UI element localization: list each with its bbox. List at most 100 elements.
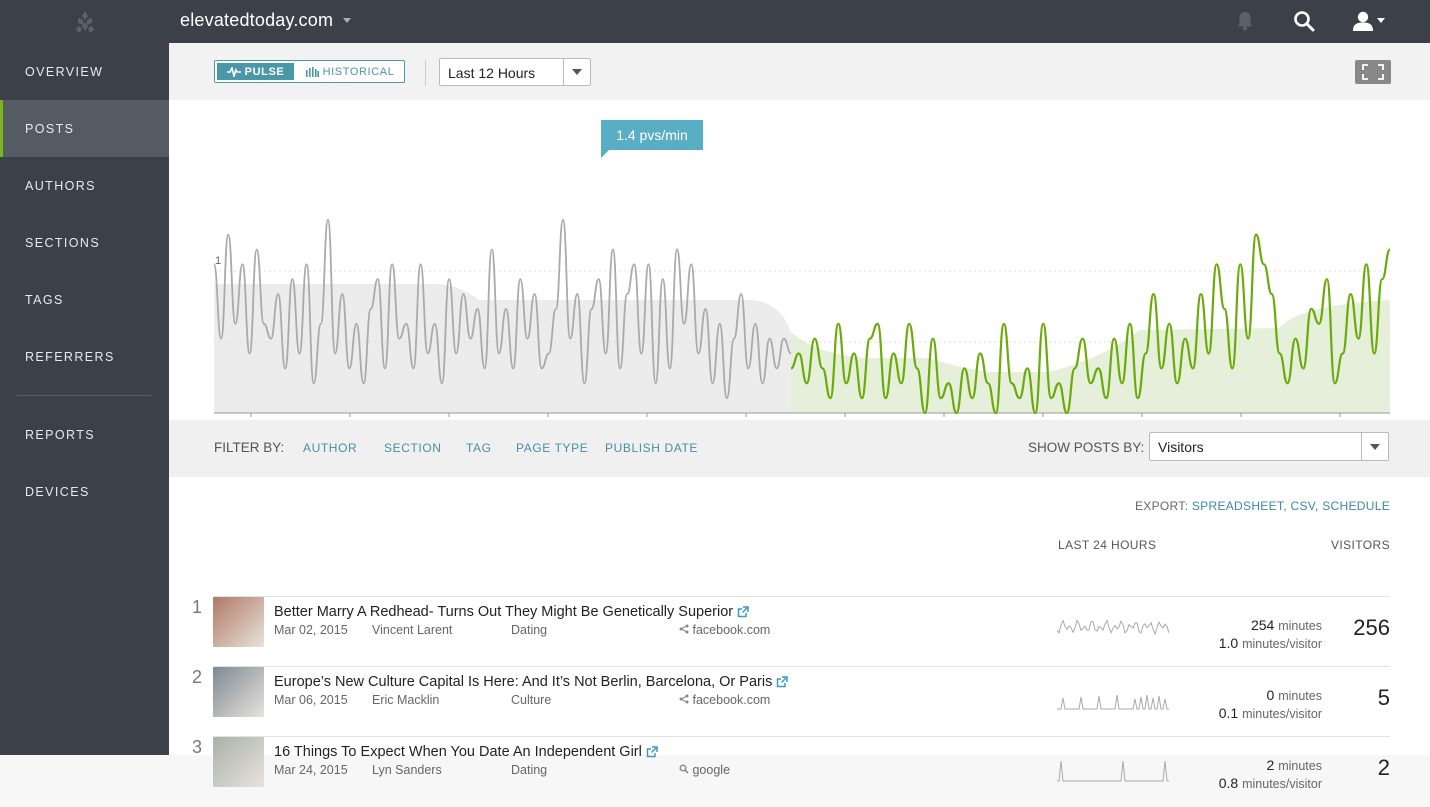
post-date: Mar 24, 2015 xyxy=(274,763,348,777)
logo-icon[interactable] xyxy=(0,0,169,43)
chart-y-label: 1 xyxy=(215,255,221,267)
show-posts-by-select[interactable]: Visitors xyxy=(1149,432,1389,461)
post-title: Europe’s New Culture Capital Is Here: An… xyxy=(274,674,773,690)
post-visitors: 2 xyxy=(1377,755,1390,780)
pulse-chart: 12pm4pm6pm8pm10pmMIDNIGHT2am4am6am8am10a… xyxy=(169,100,1430,463)
pulse-button[interactable]: PULSE xyxy=(215,61,296,82)
bar-chart-icon xyxy=(305,66,319,77)
bell-icon[interactable] xyxy=(1232,8,1258,34)
post-row: 2 Europe’s New Culture Capital Is Here: A… xyxy=(169,667,1430,737)
post-rank: 1 xyxy=(192,597,203,617)
filter-tag[interactable]: TAG xyxy=(466,441,492,455)
post-minutes: 2 minutes xyxy=(1169,757,1322,773)
post-sparkline xyxy=(1057,694,1169,710)
export-csv-link[interactable]: CSV xyxy=(1290,499,1314,513)
post-title-link[interactable]: 16 Things To Expect When You Date An Ind… xyxy=(274,744,658,760)
post-visitors: 256 xyxy=(1353,615,1390,640)
post-row: 3 16 Things To Expect When You Date An In… xyxy=(169,737,1430,807)
sidebar-item-overview[interactable]: OVERVIEW xyxy=(0,43,169,100)
filter-by-label: FILTER BY: xyxy=(214,440,285,455)
post-author[interactable]: Vincent Larent xyxy=(372,623,452,637)
post-row: 1 Better Marry A Redhead- Turns Out They … xyxy=(169,597,1430,667)
post-sparkline xyxy=(1057,760,1169,782)
col-last-24-hours: LAST 24 HOURS xyxy=(1058,538,1157,552)
export-spreadsheet-link[interactable]: SPREADSHEET xyxy=(1192,499,1283,513)
chevron-down-icon[interactable] xyxy=(343,18,351,23)
filter-section[interactable]: SECTION xyxy=(384,441,442,455)
show-posts-by-value: Visitors xyxy=(1158,439,1204,455)
post-referrer[interactable]: facebook.com xyxy=(679,623,770,637)
post-minutes-per-visitor: 1.0 minutes/visitor xyxy=(1169,635,1322,651)
post-date: Mar 06, 2015 xyxy=(274,693,348,707)
sidebar-divider xyxy=(17,395,151,396)
sidebar-item-tags[interactable]: TAGS xyxy=(0,271,169,328)
post-section[interactable]: Dating xyxy=(511,623,547,637)
search-icon[interactable] xyxy=(1291,8,1317,34)
post-minutes-value: 0 xyxy=(1266,687,1275,703)
post-title-link[interactable]: Europe’s New Culture Capital Is Here: An… xyxy=(274,674,789,690)
sidebar-item-authors[interactable]: AUTHORS xyxy=(0,157,169,214)
post-referrer-label: facebook.com xyxy=(692,693,771,707)
post-minutes-unit: minutes xyxy=(1278,619,1322,633)
sidebar: OVERVIEW POSTS AUTHORS SECTIONS TAGS REF… xyxy=(0,43,169,755)
col-visitors[interactable]: VISITORS xyxy=(1331,538,1390,552)
post-minutes-value: 254 xyxy=(1250,617,1275,633)
sparkline-path xyxy=(1057,619,1169,636)
chevron-down-icon[interactable] xyxy=(1361,433,1388,460)
post-minutes-value: 2 xyxy=(1266,757,1275,773)
share-icon xyxy=(679,693,689,707)
external-link-icon[interactable] xyxy=(646,746,658,758)
post-referrer-label: facebook.com xyxy=(692,623,771,637)
post-thumbnail[interactable] xyxy=(213,667,264,717)
post-minutes-unit: minutes xyxy=(1278,689,1322,703)
historical-button[interactable]: HISTORICAL xyxy=(296,61,404,82)
sidebar-item-posts[interactable]: POSTS xyxy=(0,100,169,157)
search-icon xyxy=(679,763,689,777)
show-posts-by-label: SHOW POSTS BY: xyxy=(1028,440,1145,455)
pulse-chart-svg: 12pm4pm6pm8pm10pmMIDNIGHT2am4am6am8am10a… xyxy=(213,218,1392,431)
post-date: Mar 02, 2015 xyxy=(274,623,348,637)
post-minutes: 0 minutes xyxy=(1169,687,1322,703)
export-schedule-link[interactable]: SCHEDULE xyxy=(1322,499,1390,513)
user-icon xyxy=(1353,11,1385,31)
export-links: EXPORT: SPREADSHEET, CSV, SCHEDULE xyxy=(1135,499,1390,513)
user-menu[interactable] xyxy=(1352,8,1388,34)
toolbar: PULSE HISTORICAL Last 12 Hours xyxy=(169,43,1430,100)
top-bar: elevatedtoday.com xyxy=(0,0,1430,43)
filter-author[interactable]: AUTHOR xyxy=(303,441,357,455)
sidebar-item-reports[interactable]: REPORTS xyxy=(0,406,169,463)
post-per-visitor-value: 1.0 xyxy=(1218,635,1239,651)
post-section[interactable]: Dating xyxy=(511,763,547,777)
time-range-select[interactable]: Last 12 Hours xyxy=(439,58,591,86)
filter-bar: FILTER BY: AUTHOR SECTION TAG PAGE TYPE … xyxy=(169,420,1430,477)
fullscreen-button[interactable] xyxy=(1355,60,1391,84)
external-link-icon[interactable] xyxy=(776,676,789,688)
chevron-down-icon[interactable] xyxy=(563,59,590,85)
post-section[interactable]: Culture xyxy=(511,693,551,707)
toolbar-divider xyxy=(425,60,426,86)
post-per-visitor-value: 0.1 xyxy=(1218,705,1239,721)
post-referrer[interactable]: google xyxy=(679,763,730,777)
filter-page-type[interactable]: PAGE TYPE xyxy=(516,441,588,455)
export-label: EXPORT: xyxy=(1135,499,1189,513)
filter-publish-date[interactable]: PUBLISH DATE xyxy=(605,441,698,455)
post-title-link[interactable]: Better Marry A Redhead- Turns Out They M… xyxy=(274,604,749,620)
post-per-visitor-unit: minutes/visitor xyxy=(1242,707,1322,721)
sidebar-item-sections[interactable]: SECTIONS xyxy=(0,214,169,271)
sparkline-path xyxy=(1057,760,1169,782)
site-name-dropdown[interactable]: elevatedtoday.com xyxy=(180,10,333,31)
main-content: PULSE HISTORICAL Last 12 Hours 12pm4pm6p… xyxy=(169,43,1430,791)
post-author[interactable]: Eric Macklin xyxy=(372,693,439,707)
mode-toggle: PULSE HISTORICAL xyxy=(214,60,405,83)
post-title: Better Marry A Redhead- Turns Out They M… xyxy=(274,604,734,620)
historical-label: HISTORICAL xyxy=(322,65,395,78)
sidebar-item-devices[interactable]: DEVICES xyxy=(0,463,169,520)
external-link-icon[interactable] xyxy=(737,606,749,618)
post-visitors: 5 xyxy=(1377,685,1390,710)
post-thumbnail[interactable] xyxy=(213,597,264,647)
post-referrer[interactable]: facebook.com xyxy=(679,693,770,707)
sidebar-item-referrers[interactable]: REFERRERS xyxy=(0,328,169,385)
post-author[interactable]: Lyn Sanders xyxy=(372,763,442,777)
share-icon xyxy=(679,623,689,637)
post-thumbnail[interactable] xyxy=(213,737,264,787)
